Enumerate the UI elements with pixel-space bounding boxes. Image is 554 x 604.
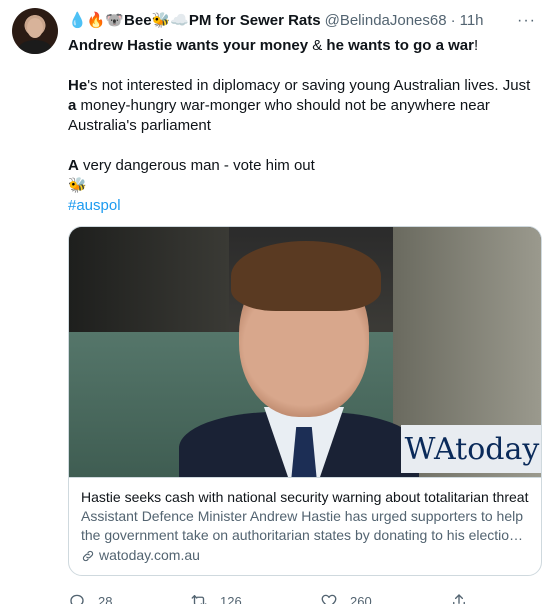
tweet-text-segment: money-hungry war-monger who should not b… — [68, 97, 490, 134]
separator-dot: · — [450, 11, 456, 29]
tweet-text-segment: 's not interested in diplomacy or saving… — [87, 77, 531, 94]
tweet-content: 💧🔥🐨Bee🐝☁️PM for Sewer Rats @BelindaJones… — [68, 10, 542, 604]
avatar[interactable] — [12, 8, 58, 54]
more-options-icon[interactable]: ··· — [517, 12, 536, 30]
like-count: 260 — [350, 593, 372, 604]
tweet-text: Andrew Hastie wants your money & he want… — [68, 36, 542, 196]
share-icon — [453, 594, 465, 604]
reply-count: 28 — [98, 593, 113, 604]
share-button[interactable] — [450, 592, 480, 604]
link-icon — [82, 550, 94, 561]
user-handle[interactable]: @BelindaJones68 — [325, 12, 447, 29]
retweet-icon — [191, 595, 207, 604]
tweet-line: He's not interested in diplomacy or savi… — [68, 76, 542, 136]
tweet-header: 💧🔥🐨Bee🐝☁️PM for Sewer Rats @BelindaJones… — [68, 10, 542, 30]
tweet-text-bold: Andrew Hastie wants your money — [68, 37, 309, 54]
tweet[interactable]: 💧🔥🐨Bee🐝☁️PM for Sewer Rats @BelindaJones… — [0, 0, 554, 604]
hashtag-link[interactable]: #auspol — [68, 197, 121, 214]
tweet-text-bold: He — [68, 77, 88, 94]
card-description: Assistant Defence Minister Andrew Hastie… — [81, 508, 524, 543]
retweet-button[interactable]: 126 — [190, 592, 320, 604]
tweet-text-bold: he wants to go a war — [326, 37, 474, 54]
card-domain-text: watoday.com.au — [99, 547, 200, 563]
tweet-line: 🐝 — [68, 176, 542, 196]
tweet-actions: 28 126 260 — [68, 590, 542, 604]
tweet-hashtag-line: #auspol — [68, 196, 542, 216]
link-card[interactable]: WAtoday Hastie seeks cash with national … — [68, 226, 542, 576]
reply-icon — [70, 594, 84, 604]
tweet-text-segment: & — [308, 37, 327, 54]
card-body: Hastie seeks cash with national security… — [69, 477, 541, 575]
heart-icon — [321, 594, 337, 604]
reply-button[interactable]: 28 — [68, 592, 190, 604]
tweet-time[interactable]: 11h — [460, 12, 484, 29]
card-domain: watoday.com.au — [81, 546, 529, 565]
tweet-text-segment: ! — [473, 37, 479, 54]
display-name[interactable]: 💧🔥🐨Bee🐝☁️PM for Sewer Rats — [68, 11, 321, 29]
tweet-text-segment: very dangerous man - vote him out — [78, 157, 315, 174]
tweet-line-break — [68, 56, 542, 76]
like-button[interactable]: 260 — [320, 592, 450, 604]
retweet-count: 126 — [220, 593, 242, 604]
tweet-text-segment: 🐝 — [68, 177, 87, 194]
card-image[interactable]: WAtoday — [69, 227, 541, 477]
card-image-hair — [231, 241, 381, 311]
card-title: Hastie seeks cash with national security… — [81, 489, 529, 505]
avatar-face — [27, 18, 43, 38]
tweet-line: A very dangerous man - vote him out — [68, 156, 542, 176]
tweet-text-bold: A — [68, 157, 79, 174]
brand-logo: WAtoday — [401, 425, 541, 473]
tweet-line: Andrew Hastie wants your money & he want… — [68, 36, 542, 56]
avatar-shoulders — [18, 40, 52, 54]
tweet-line-break — [68, 136, 542, 156]
